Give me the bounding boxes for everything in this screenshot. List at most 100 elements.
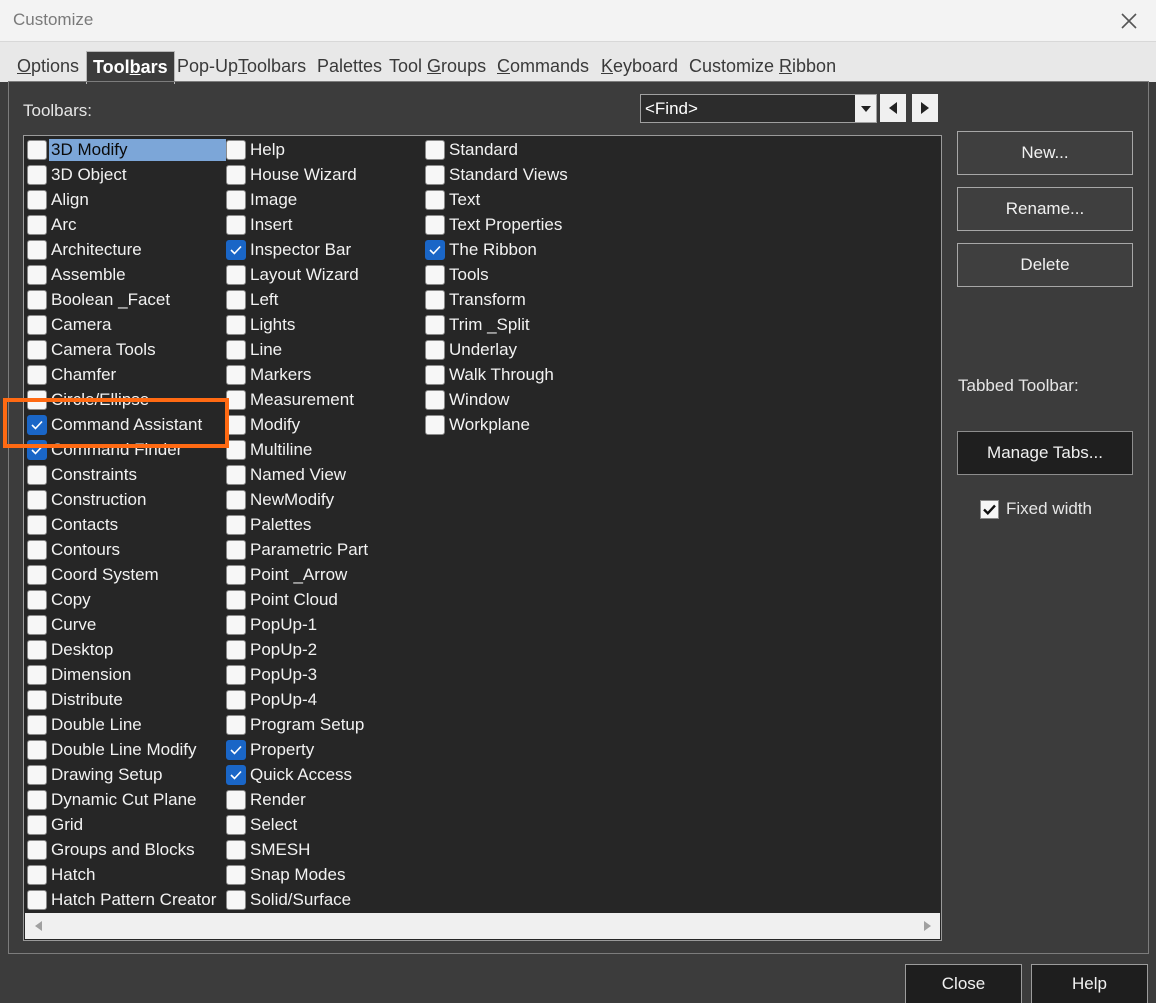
- checkbox-icon[interactable]: [27, 790, 47, 810]
- checkbox-checked-icon[interactable]: [226, 765, 246, 785]
- delete-button[interactable]: Delete: [957, 243, 1133, 287]
- toolbar-item[interactable]: Trim _Split: [425, 313, 532, 337]
- toolbar-item[interactable]: Transform: [425, 288, 528, 312]
- toolbar-list[interactable]: 3D Modify 3D Object Align Arc Architecture As…: [23, 135, 942, 941]
- checkbox-icon[interactable]: [27, 690, 47, 710]
- find-next-button[interactable]: [912, 94, 938, 122]
- toolbar-item[interactable]: SMESH: [226, 838, 312, 862]
- toolbar-item[interactable]: Coord System: [27, 563, 161, 587]
- toolbar-item[interactable]: Standard: [425, 138, 520, 162]
- toolbar-item[interactable]: Inspector Bar: [226, 238, 353, 262]
- toolbar-item[interactable]: PopUp-2: [226, 638, 319, 662]
- toolbar-item[interactable]: Curve: [27, 613, 98, 637]
- toolbar-item[interactable]: Align: [27, 188, 91, 212]
- toolbar-item[interactable]: Grid: [27, 813, 85, 837]
- toolbar-item[interactable]: Snap Modes: [226, 863, 347, 887]
- checkbox-icon[interactable]: [226, 165, 246, 185]
- toolbar-item[interactable]: Text: [425, 188, 482, 212]
- find-combo[interactable]: [640, 94, 877, 123]
- checkbox-icon[interactable]: [425, 340, 445, 360]
- checkbox-icon[interactable]: [226, 490, 246, 510]
- checkbox-icon[interactable]: [425, 290, 445, 310]
- checkbox-checked-icon[interactable]: [425, 240, 445, 260]
- checkbox-icon[interactable]: [226, 265, 246, 285]
- toolbar-item[interactable]: Point Cloud: [226, 588, 340, 612]
- checkbox-icon[interactable]: [226, 840, 246, 860]
- close-button[interactable]: Close: [905, 964, 1022, 1003]
- toolbar-item[interactable]: Solid/Surface: [226, 888, 353, 912]
- checkbox-icon[interactable]: [226, 390, 246, 410]
- toolbar-item[interactable]: Named View: [226, 463, 348, 487]
- toolbar-item[interactable]: Double Line Modify: [27, 738, 199, 762]
- checkbox-icon[interactable]: [226, 365, 246, 385]
- checkbox-icon[interactable]: [27, 215, 47, 235]
- checkbox-icon[interactable]: [226, 715, 246, 735]
- checkbox-icon[interactable]: [226, 665, 246, 685]
- manage-tabs-button[interactable]: Manage Tabs...: [957, 431, 1133, 475]
- checkbox-icon[interactable]: [425, 215, 445, 235]
- checkbox-icon[interactable]: [27, 165, 47, 185]
- toolbar-item[interactable]: Property: [226, 738, 316, 762]
- toolbar-item[interactable]: Standard Views: [425, 163, 570, 187]
- checkbox-icon[interactable]: [226, 315, 246, 335]
- checkbox-icon[interactable]: [27, 365, 47, 385]
- checkbox-icon[interactable]: [226, 615, 246, 635]
- toolbar-item[interactable]: Contours: [27, 538, 122, 562]
- checkbox-icon[interactable]: [27, 715, 47, 735]
- tab-pop-uptoolbars[interactable]: Pop-UpToolbars: [177, 56, 306, 77]
- toolbar-item[interactable]: Camera: [27, 313, 113, 337]
- checkbox-icon[interactable]: [226, 790, 246, 810]
- checkbox-icon[interactable]: [226, 565, 246, 585]
- toolbar-item[interactable]: Help: [226, 138, 287, 162]
- checkbox-icon[interactable]: [226, 515, 246, 535]
- checkbox-icon[interactable]: [27, 865, 47, 885]
- toolbar-item[interactable]: Architecture: [27, 238, 144, 262]
- tab-options[interactable]: Options: [17, 56, 79, 77]
- new-button[interactable]: New...: [957, 131, 1133, 175]
- toolbar-item[interactable]: Workplane: [425, 413, 532, 437]
- checkbox-icon[interactable]: [226, 465, 246, 485]
- fixed-width-checkbox[interactable]: Fixed width: [980, 499, 1092, 519]
- toolbar-item[interactable]: PopUp-3: [226, 663, 319, 687]
- toolbar-item[interactable]: Window: [425, 388, 511, 412]
- toolbar-item[interactable]: Modify: [226, 413, 302, 437]
- checkbox-icon[interactable]: [27, 315, 47, 335]
- toolbar-item[interactable]: Constraints: [27, 463, 139, 487]
- toolbar-item[interactable]: Camera Tools: [27, 338, 158, 362]
- toolbar-item[interactable]: 3D Modify: [27, 138, 226, 162]
- checkbox-icon[interactable]: [27, 240, 47, 260]
- toolbar-item[interactable]: Measurement: [226, 388, 356, 412]
- checkbox-icon[interactable]: [425, 390, 445, 410]
- tab-toolbars[interactable]: Toolbars: [86, 51, 175, 84]
- toolbar-item[interactable]: Hatch: [27, 863, 97, 887]
- checkbox-icon[interactable]: [27, 890, 47, 910]
- find-previous-button[interactable]: [880, 94, 906, 122]
- checkbox-icon[interactable]: [27, 190, 47, 210]
- toolbar-item[interactable]: Select: [226, 813, 299, 837]
- checkbox-icon[interactable]: [27, 340, 47, 360]
- checkbox-icon[interactable]: [226, 340, 246, 360]
- toolbar-item[interactable]: Groups and Blocks: [27, 838, 197, 862]
- checkbox-icon[interactable]: [27, 265, 47, 285]
- tab-keyboard[interactable]: Keyboard: [601, 56, 678, 77]
- checkbox-icon[interactable]: [27, 740, 47, 760]
- checkbox-icon[interactable]: [425, 265, 445, 285]
- toolbar-item[interactable]: Copy: [27, 588, 93, 612]
- toolbar-item[interactable]: Walk Through: [425, 363, 556, 387]
- checkbox-icon[interactable]: [226, 140, 246, 160]
- toolbar-item[interactable]: Construction: [27, 488, 148, 512]
- toolbar-item[interactable]: Render: [226, 788, 308, 812]
- find-input[interactable]: [645, 97, 853, 120]
- checkbox-icon[interactable]: [27, 590, 47, 610]
- toolbar-item[interactable]: Program Setup: [226, 713, 366, 737]
- toolbar-item[interactable]: Dimension: [27, 663, 133, 687]
- toolbar-item[interactable]: Chamfer: [27, 363, 118, 387]
- checkbox-icon[interactable]: [226, 415, 246, 435]
- toolbar-item[interactable]: Markers: [226, 363, 313, 387]
- checkbox-icon[interactable]: [27, 640, 47, 660]
- toolbar-item[interactable]: Left: [226, 288, 280, 312]
- checkbox-icon[interactable]: [226, 190, 246, 210]
- checkbox-icon[interactable]: [27, 515, 47, 535]
- toolbar-item[interactable]: Image: [226, 188, 299, 212]
- toolbar-item[interactable]: Text Properties: [425, 213, 564, 237]
